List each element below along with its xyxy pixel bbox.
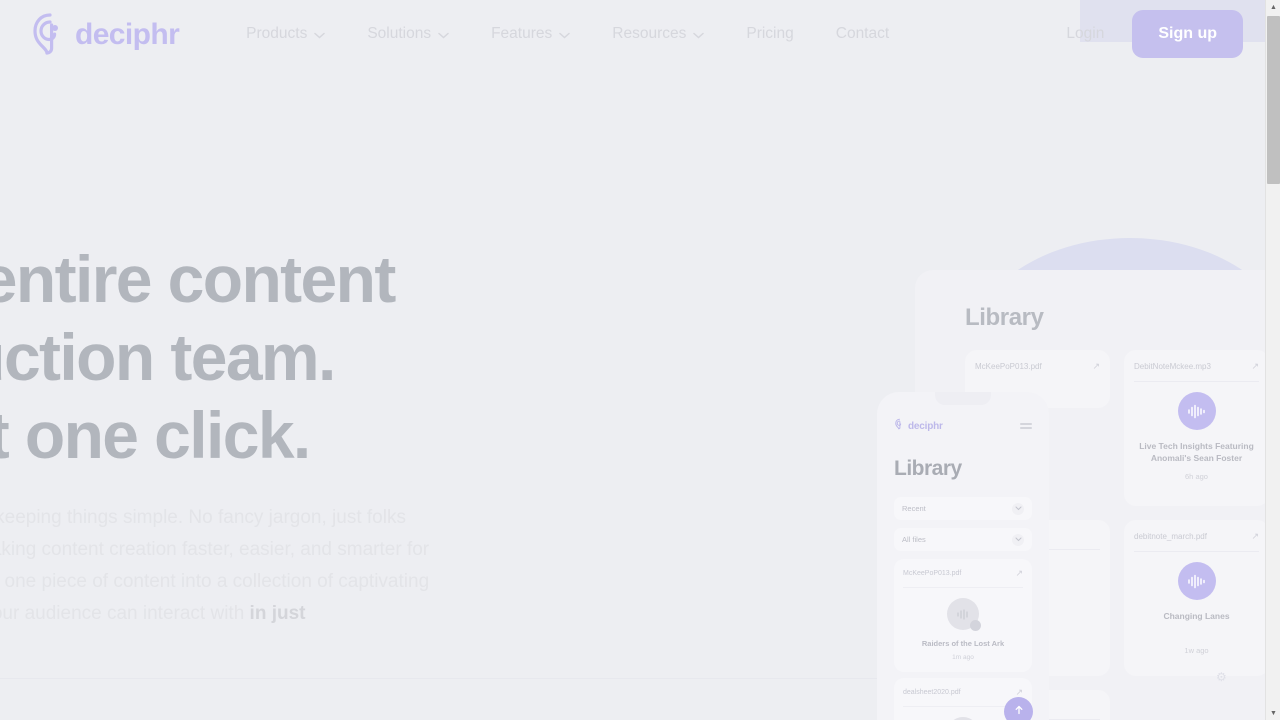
divider [1134, 381, 1259, 382]
nav-item-label: Features [491, 25, 553, 42]
brand-logo[interactable]: deciphr [28, 11, 180, 57]
upload-icon [1013, 703, 1025, 720]
phone-brand-logo[interactable]: deciphr [894, 417, 943, 435]
filter-select-label: All files [902, 535, 926, 544]
library-card-title: Live Tech Insights Featuring Anomali's S… [1139, 441, 1254, 463]
hero-paragraph-text: Hey, we're all about keeping things simp… [0, 507, 430, 624]
desktop-mock-title: Library [965, 304, 1044, 331]
deciphr-ear-logo-icon [894, 417, 905, 435]
nav-item-label: Products [246, 25, 308, 42]
hero-title-line-3: In just one click. [0, 398, 311, 472]
divider [903, 587, 1023, 588]
nav-item-label: Contact [835, 25, 890, 42]
divider [1134, 551, 1259, 552]
library-card-filename: DebitNoteMckee.mp3 [1134, 362, 1211, 371]
hamburger-menu-icon[interactable] [1020, 423, 1032, 429]
scroll-down-arrow-icon[interactable]: ▼ [1266, 706, 1280, 720]
phone-library-card-title: Raiders of the Lost Ark [921, 639, 1005, 648]
phone-library-card-filename: dealsheet2020.pdf [903, 689, 961, 696]
chevron-down-icon [438, 32, 449, 39]
library-card-header: debitnote_march.pdf ↗ [1134, 531, 1259, 542]
nav-item-label: Solutions [367, 25, 432, 42]
hero-paragraph: Hey, we're all about keeping things simp… [0, 502, 452, 630]
phone-library-card-filename: McKeePoP013.pdf [903, 570, 962, 577]
filter-select-all-files[interactable]: All files [894, 528, 1032, 551]
open-external-icon[interactable]: ↗ [1092, 361, 1100, 372]
library-card-header: McKeePoP013.pdf ↗ [975, 361, 1100, 372]
open-external-icon[interactable]: ↗ [1015, 568, 1023, 579]
library-card-filename: McKeePoP013.pdf [975, 362, 1042, 371]
nav-links: Products Solutions Features Resources Pr… [225, 15, 910, 53]
filter-select-label: Recent [902, 504, 926, 513]
chevron-down-icon [693, 32, 705, 39]
filter-select-recent[interactable]: Recent [894, 497, 1032, 520]
chevron-down-icon [1012, 533, 1024, 546]
phone-library-card[interactable]: McKeePoP013.pdf ↗ Raiders of the Lost Ar… [894, 559, 1032, 672]
scrollbar-thumb[interactable] [1267, 16, 1280, 184]
hero-paragraph-emphasis: in just [249, 603, 306, 624]
phone-library-card-header: McKeePoP013.pdf ↗ [903, 568, 1023, 579]
phone-app-header: deciphr [894, 417, 1032, 435]
phone-library-card-timestamp: 1m ago [952, 654, 974, 661]
scroll-up-arrow-icon[interactable]: ▲ [1266, 0, 1280, 14]
vertical-scrollbar[interactable]: ▲ ▼ [1265, 0, 1280, 720]
library-card-timestamp: 6h ago [1185, 472, 1208, 481]
nav-item-label: Pricing [746, 25, 794, 42]
hero-title-line-2: production team. [0, 320, 336, 394]
chevron-down-icon [559, 32, 571, 39]
page-viewport: deciphr Products Solutions Features Reso… [0, 0, 1265, 720]
nav-item-features[interactable]: Features [470, 15, 591, 53]
upload-fab-button[interactable] [1004, 697, 1033, 720]
login-link[interactable]: Login [1048, 15, 1122, 53]
nav-item-pricing[interactable]: Pricing [725, 15, 814, 53]
hero-section: Your entire content production team. In … [0, 240, 465, 630]
audio-waveform-icon [1177, 392, 1216, 430]
gear-icon: ⚙ [1216, 670, 1227, 684]
library-card[interactable]: debitnote_march.pdf ↗ Changing Lanes 1w … [1124, 520, 1265, 676]
library-card-filename: debitnote_march.pdf [1134, 532, 1207, 541]
nav-item-solutions[interactable]: Solutions [346, 15, 470, 53]
chevron-down-icon [314, 32, 326, 39]
library-card-title: Changing Lanes [1163, 611, 1230, 621]
nav-item-resources[interactable]: Resources [591, 15, 725, 53]
brand-logo-text: deciphr [75, 18, 180, 51]
nav-item-label: Resources [612, 25, 687, 42]
open-external-icon[interactable]: ↗ [1251, 531, 1259, 542]
library-card[interactable]: DebitNoteMckee.mp3 ↗ Live Tech Insights … [1124, 350, 1265, 506]
deciphr-ear-logo-icon [28, 11, 72, 57]
hero-title-line-1: Your entire content [0, 242, 396, 316]
mobile-app-mockup: deciphr Library Recent All files McKeePo… [877, 392, 1049, 720]
chevron-down-icon [1012, 502, 1024, 515]
nav-actions: Login Sign up [1048, 10, 1243, 58]
phone-brand-logo-text: deciphr [908, 420, 943, 432]
library-card-header: DebitNoteMckee.mp3 ↗ [1134, 361, 1259, 372]
nav-item-contact[interactable]: Contact [815, 15, 910, 53]
open-external-icon[interactable]: ↗ [1251, 361, 1259, 372]
phone-library-card-header: dealsheet2020.pdf ↗ [903, 687, 1023, 698]
phone-page-title: Library [894, 457, 962, 480]
phone-screen-content: deciphr Library Recent All files McKeePo… [877, 392, 1049, 720]
library-card-timestamp: 1w ago [1184, 646, 1209, 655]
nav-item-products[interactable]: Products [225, 15, 346, 53]
audio-waveform-avatar-icon [947, 598, 981, 631]
audio-waveform-icon [1177, 562, 1216, 600]
phone-notch [935, 392, 991, 405]
top-navigation-bar: deciphr Products Solutions Features Reso… [0, 0, 1265, 68]
status-dot-icon [970, 620, 981, 631]
signup-button[interactable]: Sign up [1132, 10, 1243, 58]
